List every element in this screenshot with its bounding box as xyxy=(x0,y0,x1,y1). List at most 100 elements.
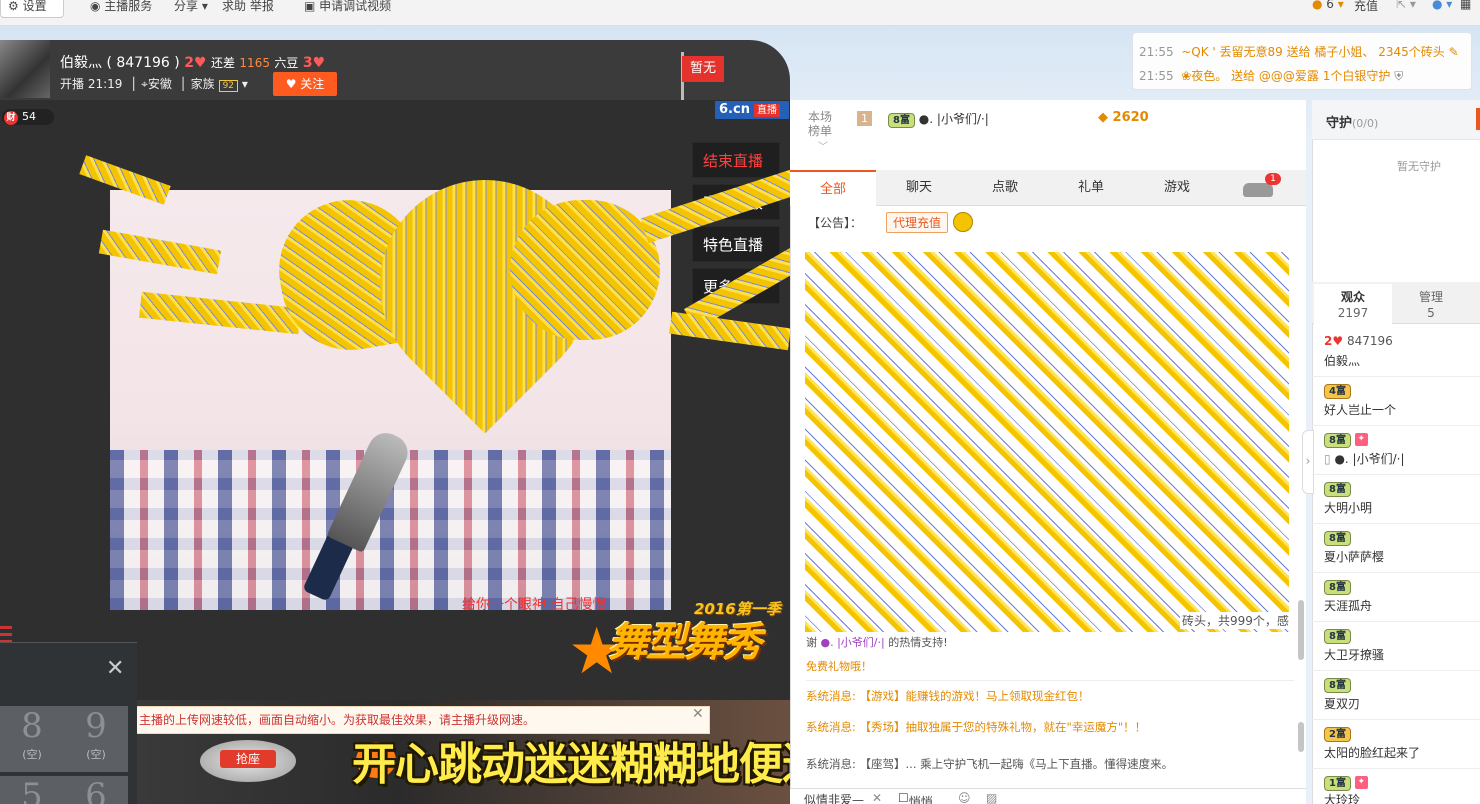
chat-scrollbar[interactable] xyxy=(1298,600,1304,660)
help-report-link[interactable]: 求助 举报 xyxy=(222,0,274,14)
star-badge-icon: ✦ xyxy=(1354,433,1368,446)
image-icon[interactable]: ▨ xyxy=(986,791,997,804)
location: 安徽 xyxy=(147,77,172,91)
recharge-link[interactable]: 充值 xyxy=(1354,0,1378,14)
status-icon[interactable]: ● ▾ xyxy=(1432,0,1452,11)
chat-message[interactable]: 系统消息: 【秀场】抽取独属于您的特殊礼物，就在"幸运魔方"！！ xyxy=(806,719,1146,735)
tab-chat[interactable]: 聊天 xyxy=(876,170,962,206)
seat-slot[interactable]: 9 (空) xyxy=(64,706,128,772)
wealth-badge: 8富 xyxy=(1324,678,1351,693)
anchor-level-next: 3♥ xyxy=(303,55,325,71)
seat-slot[interactable]: 8 (空) xyxy=(0,706,64,772)
seat-label: (空) xyxy=(22,748,42,761)
audience-name: 大玲玲 xyxy=(1324,793,1361,804)
anchor-name[interactable]: 伯毅灬 xyxy=(60,55,102,71)
seat-slot[interactable]: 5 xyxy=(0,776,64,804)
apply-debug-text: 申请调试视频 xyxy=(319,0,392,13)
diff-label: 还差 xyxy=(210,56,235,70)
car-icon[interactable] xyxy=(1243,183,1273,197)
chat-scrollbar-lower[interactable] xyxy=(1298,722,1304,752)
guard-tab-indicator xyxy=(1476,108,1480,130)
start-label: 开播 xyxy=(60,77,85,91)
audience-item[interactable]: 4富 好人岂止一个 xyxy=(1312,377,1480,426)
tab-gift-list[interactable]: 礼单 xyxy=(1048,170,1134,206)
follow-label: 关注 xyxy=(300,77,325,91)
close-icon[interactable]: ✕ xyxy=(106,656,124,681)
announcement-label: 【公告】： xyxy=(808,216,863,230)
gift-announcement-box: 21:55 ~QK ' 丢留无意89 送给 橘子小姐、 2345个砖头 ✎ 21… xyxy=(1132,32,1472,90)
seat-number: 9 xyxy=(85,706,107,746)
gift-text[interactable]: ~QK ' 丢留无意89 送给 橘子小姐、 2345个砖头 xyxy=(1181,45,1445,59)
rank-flag[interactable]: 暂无 xyxy=(682,56,724,82)
follow-button[interactable]: ♥ 关注 xyxy=(273,72,337,96)
tab-game[interactable]: 游戏 xyxy=(1134,170,1220,206)
gift-text[interactable]: ❀夜色。 送给 @@@爱露 1个白银守护 xyxy=(1181,69,1390,83)
seat-number: 6 xyxy=(85,776,107,804)
audience-name: 太阳的脸红起来了 xyxy=(1324,746,1421,760)
start-time: 21:19 xyxy=(87,77,123,91)
chevron-down-icon[interactable]: ▾ xyxy=(242,77,248,91)
whisper-checkbox[interactable]: ☐ 悄悄 xyxy=(898,791,933,804)
anchor-avatar[interactable] xyxy=(0,40,50,98)
tab-all[interactable]: 全部 xyxy=(790,170,876,206)
tab-audience-label: 观众 xyxy=(1340,290,1365,304)
audience-item[interactable]: 8富 夏小萨萨樱 xyxy=(1312,524,1480,573)
coin-icon: ◆ xyxy=(1098,110,1108,125)
emoji-icon[interactable]: ☺ xyxy=(958,791,971,804)
apply-debug-link[interactable]: ▣ 申请调试视频 xyxy=(304,0,391,14)
tab-audience[interactable]: 观众 2197 xyxy=(1314,284,1392,324)
settings-label[interactable]: ⚙ 设置 xyxy=(8,0,47,14)
audience-item[interactable]: 2♥ 847196 伯毅灬 xyxy=(1312,328,1480,377)
gift-time: 21:55 xyxy=(1139,45,1174,59)
audience-item[interactable]: 8富 夏双刃 xyxy=(1312,671,1480,720)
chevron-down-icon[interactable]: ﹀ xyxy=(818,138,828,153)
logo-live-tag: 直播 xyxy=(753,104,780,117)
audience-item[interactable]: 2富 太阳的脸红起来了 xyxy=(1312,720,1480,769)
seat-label: (空) xyxy=(86,748,106,761)
diff-unit: 六豆 xyxy=(274,56,299,70)
chat-input-bar: 似情非爱— ✕ ☐ 悄悄 ☺ ▨ xyxy=(790,788,1306,804)
car-badge: 1 xyxy=(1265,173,1281,185)
tab-admin[interactable]: 管理 5 xyxy=(1392,284,1470,324)
close-icon[interactable]: ✕ xyxy=(692,706,704,722)
level-number: 2 xyxy=(184,55,194,71)
guard-count: (0/0) xyxy=(1352,117,1379,130)
tab-admin-label: 管理 xyxy=(1418,290,1443,304)
chat-message[interactable]: 系统消息: 【游戏】能赚钱的游戏！马上领取现金红包！ xyxy=(806,688,1090,704)
avatar-small[interactable]: ▦ xyxy=(1460,0,1471,11)
heart-icon: ♥ xyxy=(312,55,326,71)
audience-item[interactable]: 8富 大明小明 xyxy=(1312,475,1480,524)
wealth-badge: 8富 xyxy=(1324,482,1351,497)
share-link[interactable]: 分享 ▾ xyxy=(174,0,208,14)
coin-indicator[interactable]: ● 6 ▾ xyxy=(1312,0,1344,11)
anchor-service-text: 主播服务 xyxy=(104,0,153,13)
heart-wing-piece xyxy=(79,155,171,205)
audience-item[interactable]: 8富 天涯孤舟 xyxy=(1312,573,1480,622)
chat-target-select[interactable]: 似情非爱— xyxy=(804,791,864,804)
close-icon[interactable]: ✕ xyxy=(872,791,882,804)
top-toolbar: ⚙ 设置 ◉ 主播服务 分享 ▾ 求助 举报 ▣ 申请调试视频 ● 6 ▾ 充值… xyxy=(0,0,1480,26)
gift-heart-animation xyxy=(79,136,826,434)
wealth-badge: 4富 xyxy=(1324,384,1351,399)
wealth-badge: 1富 xyxy=(1324,776,1351,791)
coin-count: 6 xyxy=(1326,0,1334,11)
rank-score: ◆ 2620 xyxy=(1098,110,1149,125)
thanks-user[interactable]: ●. |小爷们/·| xyxy=(821,636,885,649)
rank-user[interactable]: 8富 ●. |小爷们/·| xyxy=(888,110,989,128)
rank-label[interactable]: 本场榜单 xyxy=(808,110,838,138)
family-badge[interactable]: 92 xyxy=(218,80,239,92)
share-icon[interactable]: ⇱ ▾ xyxy=(1396,0,1416,11)
tab-admin-count: 5 xyxy=(1427,306,1435,320)
agent-recharge-button[interactable]: 代理充值 xyxy=(886,212,949,233)
audience-item[interactable]: 1富 ✦ 大玲玲 xyxy=(1312,769,1480,804)
anchor-level-current: 2♥ xyxy=(184,55,206,71)
anchor-service-link[interactable]: ◉ 主播服务 xyxy=(90,0,152,14)
grab-seat-button[interactable]: 抢座 xyxy=(220,750,276,768)
audience-item[interactable]: 8富 ✦ ▯ ●. |小爷们/·| xyxy=(1312,426,1480,475)
tab-song[interactable]: 点歌 xyxy=(962,170,1048,206)
seat-slot[interactable]: 6 xyxy=(64,776,128,804)
gift-caption: 砖头，共999个，感 xyxy=(1180,612,1291,629)
whisper-label: 悄悄 xyxy=(908,795,933,804)
audience-name: ●. |小爷们/·| xyxy=(1334,452,1405,466)
audience-item[interactable]: 8富 大卫牙撩骚 xyxy=(1312,622,1480,671)
